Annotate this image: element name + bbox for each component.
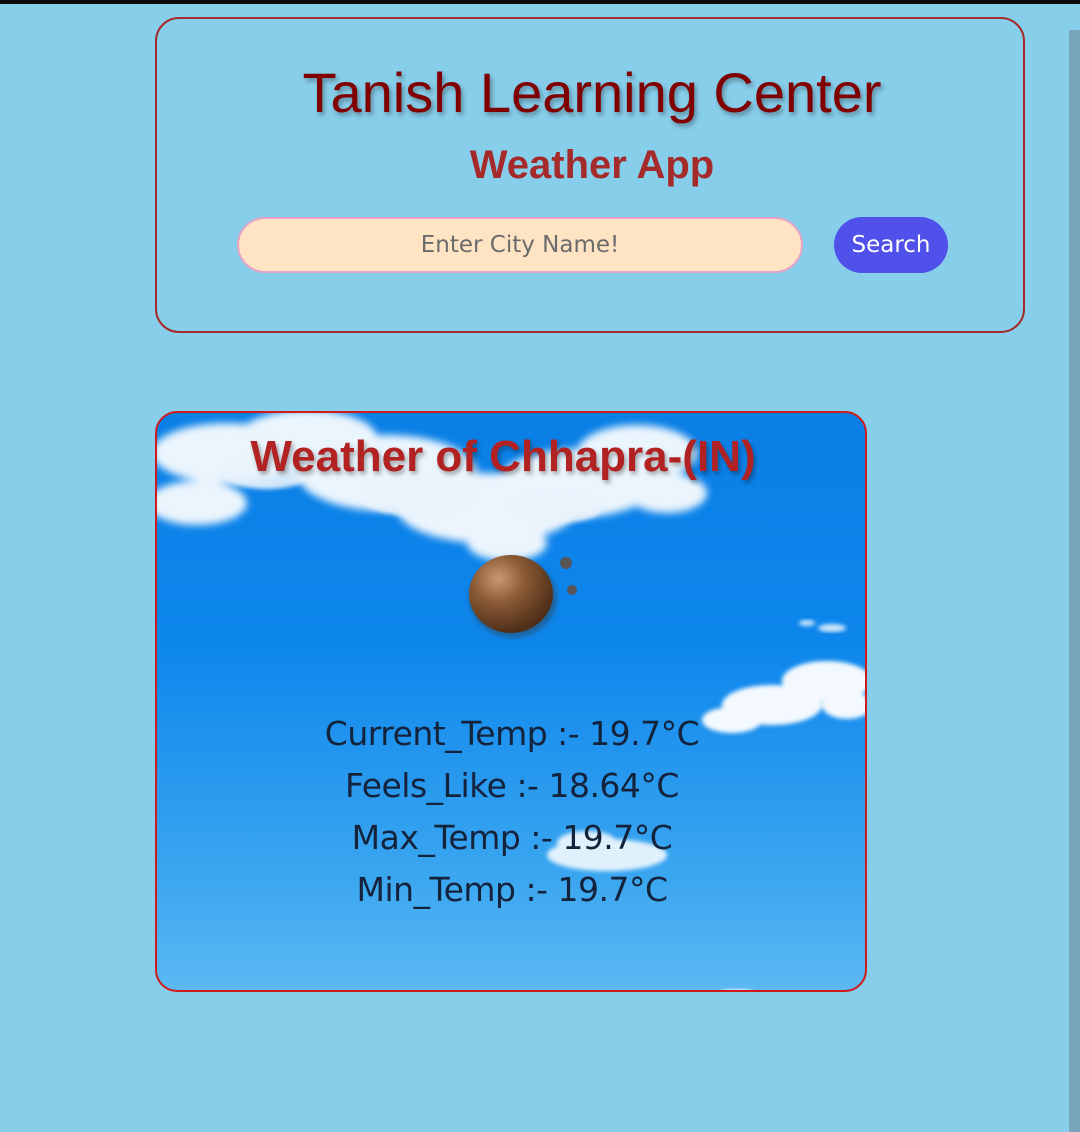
max-temp-text: Max_Temp :- 19.7°C — [351, 818, 673, 857]
weather-card: Weather of Chhapra-(IN) Current_Temp :- … — [155, 411, 867, 992]
overcast-clouds-icon — [469, 555, 577, 638]
app-title: Tanish Learning Center — [302, 61, 882, 124]
feels-like-text: Feels_Like :- 18.64°C — [345, 766, 679, 805]
header-card: Tanish Learning Center Weather App Searc… — [155, 17, 1025, 333]
weather-stats: Current_Temp :- 19.7°C Feels_Like :- 18.… — [157, 708, 865, 916]
app-subtitle: Weather App — [469, 143, 715, 187]
city-search-input[interactable] — [237, 217, 803, 273]
min-temp-text: Min_Temp :- 19.7°C — [356, 870, 668, 909]
scrollbar[interactable] — [1069, 30, 1080, 1132]
top-edge-bar — [0, 0, 1080, 4]
weather-heading: Weather of Chhapra-(IN) — [250, 432, 756, 481]
current-temp-text: Current_Temp :- 19.7°C — [324, 714, 700, 753]
search-button[interactable]: Search — [834, 217, 948, 273]
